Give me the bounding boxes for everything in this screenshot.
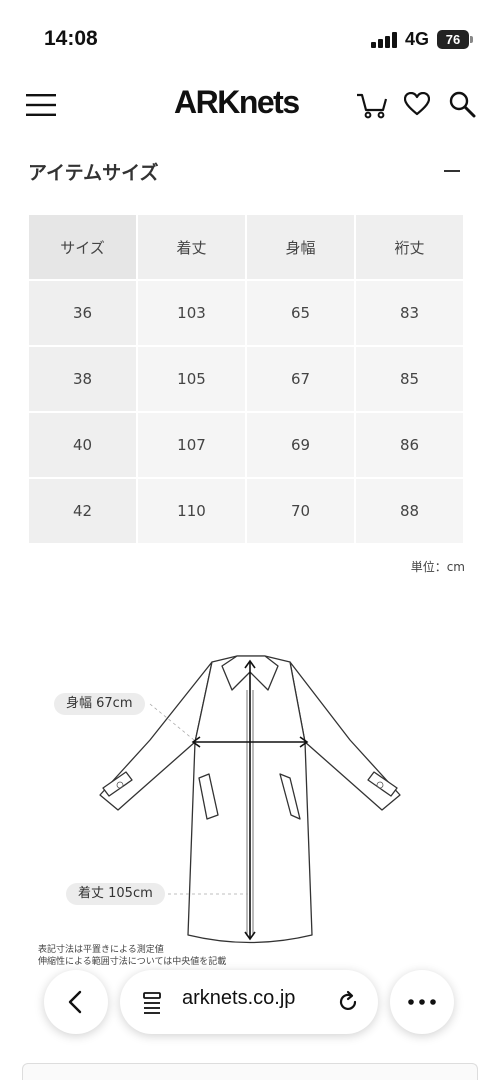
reload-icon[interactable] <box>336 990 360 1014</box>
more-button[interactable] <box>390 970 454 1034</box>
table-header-cell: 着丈 <box>138 215 245 279</box>
table-cell: 105 <box>138 347 245 411</box>
table-row: 40 107 69 86 <box>29 413 463 477</box>
chevron-left-icon <box>68 990 82 1014</box>
site-logo[interactable]: ARKnets <box>174 84 300 121</box>
table-cell: 85 <box>356 347 463 411</box>
table-cell: 67 <box>247 347 354 411</box>
signal-icon <box>371 32 399 48</box>
status-time: 14:08 <box>44 27 98 50</box>
battery-tip <box>470 36 473 43</box>
table-cell: 42 <box>29 479 136 543</box>
table-header-cell: サイズ <box>29 215 136 279</box>
table-row: 38 105 67 85 <box>29 347 463 411</box>
address-bar[interactable]: arknets.co.jp <box>120 970 378 1034</box>
width-label: 身幅 67cm <box>54 693 145 715</box>
coat-measurement-illustration <box>99 655 401 944</box>
table-cell: 69 <box>247 413 354 477</box>
back-button[interactable] <box>44 970 108 1034</box>
table-cell: 86 <box>356 413 463 477</box>
battery-icon: 76 <box>437 30 469 49</box>
table-cell: 107 <box>138 413 245 477</box>
table-cell: 40 <box>29 413 136 477</box>
ellipsis-icon <box>408 999 436 1005</box>
table-cell: 88 <box>356 479 463 543</box>
status-bar: 14:08 4G 76 <box>0 0 499 80</box>
page-icon[interactable] <box>142 992 162 1014</box>
table-row: 42 110 70 88 <box>29 479 463 543</box>
table-header-cell: 身幅 <box>247 215 354 279</box>
length-label: 着丈 105cm <box>66 883 165 905</box>
table-cell: 65 <box>247 281 354 345</box>
note-line: 表記寸法は平置きによる測定値 <box>38 945 164 955</box>
item-size-section-header[interactable]: アイテムサイズ <box>28 152 472 190</box>
table-header-row: サイズ 着丈 身幅 裄丈 <box>29 215 463 279</box>
network-label: 4G <box>405 29 430 49</box>
unit-note: 単位：cm <box>410 560 465 574</box>
search-icon[interactable] <box>448 90 476 118</box>
table-cell: 70 <box>247 479 354 543</box>
content-edge <box>22 1063 478 1080</box>
url-text[interactable]: arknets.co.jp <box>182 987 295 1010</box>
heart-icon[interactable] <box>404 92 430 116</box>
table-cell: 110 <box>138 479 245 543</box>
table-cell: 38 <box>29 347 136 411</box>
table-cell: 36 <box>29 281 136 345</box>
table-header-cell: 裄丈 <box>356 215 463 279</box>
site-header: ARKnets <box>0 80 499 132</box>
table-cell: 103 <box>138 281 245 345</box>
hamburger-icon[interactable] <box>26 94 56 116</box>
section-title: アイテムサイズ <box>28 162 159 184</box>
browser-toolbar: arknets.co.jp <box>0 960 499 1050</box>
size-table: サイズ 着丈 身幅 裄丈 36 103 65 83 38 105 67 85 4… <box>27 213 465 545</box>
collapse-icon[interactable] <box>444 170 460 172</box>
table-cell: 83 <box>356 281 463 345</box>
table-row: 36 103 65 83 <box>29 281 463 345</box>
cart-icon[interactable] <box>356 92 388 120</box>
